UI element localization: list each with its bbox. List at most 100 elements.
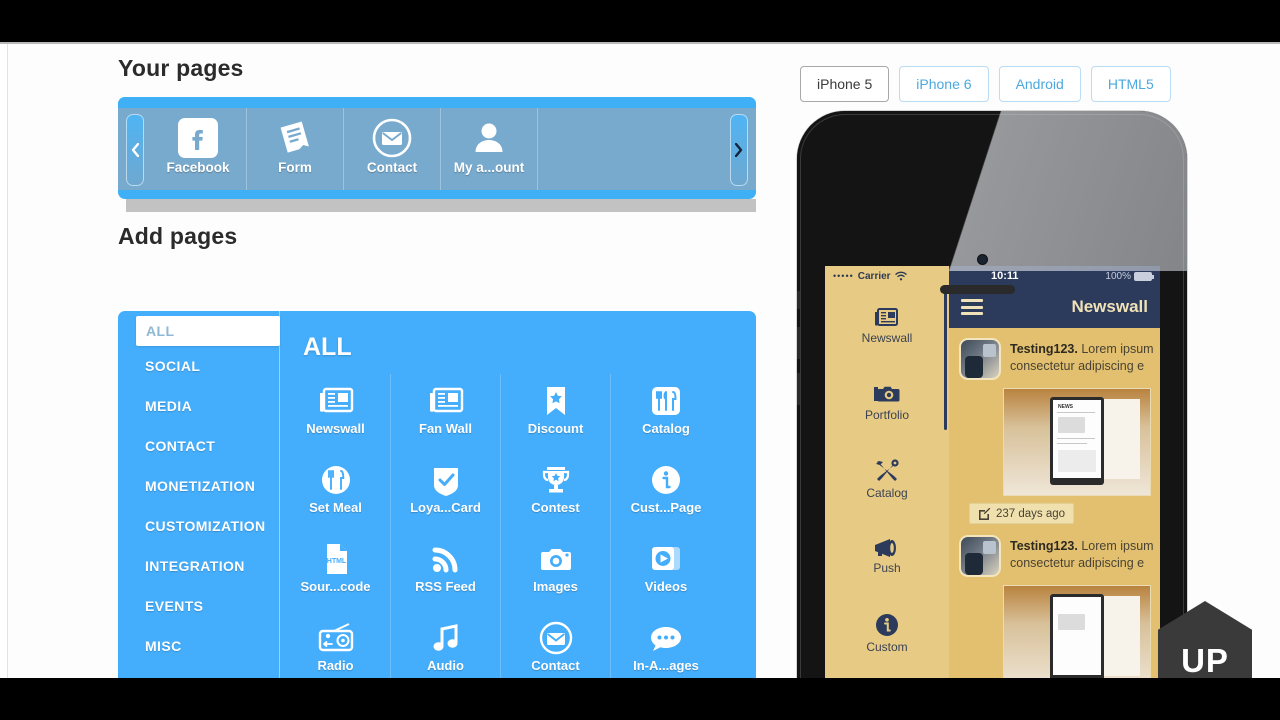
app-content: Newswall Testing123. Lorem ipsum consect… xyxy=(949,286,1160,678)
signal-dots-icon: ••••• xyxy=(833,271,854,281)
info-circle-icon xyxy=(646,457,686,503)
grid-item-radio[interactable]: Radio xyxy=(281,611,391,678)
page-tile-label: Facebook xyxy=(166,160,230,175)
magazine-page xyxy=(1104,399,1140,479)
category-sidebar: ALL SOCIAL MEDIA CONTACT MONETIZATION CU… xyxy=(118,311,280,678)
user-icon xyxy=(467,114,511,162)
grid-item-videos[interactable]: Videos xyxy=(611,532,721,611)
chevron-left-icon xyxy=(131,143,139,157)
post-item[interactable]: Testing123. Lorem ipsum consectetur adip… xyxy=(949,328,1160,525)
cutlery-circle-icon xyxy=(316,457,356,503)
carousel-next-button[interactable] xyxy=(730,114,748,186)
grid-item-label: Fan Wall xyxy=(419,421,472,436)
tab-html5[interactable]: HTML5 xyxy=(1090,66,1171,102)
tablet-screen xyxy=(1053,597,1101,675)
grid-item-label: RSS Feed xyxy=(415,579,476,594)
drawer-scrollbar[interactable] xyxy=(944,290,947,430)
page-tile-contact[interactable]: Contact xyxy=(344,108,441,190)
drawer-item-portfolio[interactable]: Portfolio xyxy=(825,363,949,440)
add-pages-panel: ALL SOCIAL MEDIA CONTACT MONETIZATION CU… xyxy=(118,311,756,678)
carousel-prev-button[interactable] xyxy=(126,114,144,186)
edit-icon xyxy=(979,507,991,520)
phone-screen: ••••• Carrier 10:11 100% Newswall Portfo… xyxy=(825,266,1160,678)
grid-item-discount[interactable]: Discount xyxy=(501,374,611,453)
drawer-item-custom[interactable]: Custom xyxy=(825,594,949,671)
grid-item-label: Loya...Card xyxy=(410,500,481,515)
add-pages-heading: Add pages xyxy=(118,223,238,249)
grid-item-label: Contest xyxy=(531,500,580,515)
phone-volume-down-button xyxy=(797,373,800,405)
grid-item-catalog[interactable]: Catalog xyxy=(611,374,721,453)
carousel-top-strip xyxy=(118,97,756,108)
page-content-area: Your pages Facebook Form Contact My a...… xyxy=(8,44,1280,678)
grid-item-label: Audio xyxy=(427,658,464,673)
tab-android[interactable]: Android xyxy=(998,66,1081,102)
envelope-circle-icon xyxy=(370,114,414,162)
tablet-device-graphic: NEWS xyxy=(1050,397,1104,485)
grid-item-source-code[interactable]: HTML Sour...code xyxy=(281,532,391,611)
grid-item-loyalty-card[interactable]: Loya...Card xyxy=(391,453,501,532)
hamburger-icon[interactable] xyxy=(961,299,983,315)
grid-item-custom-page[interactable]: Cust...Page xyxy=(611,453,721,532)
grid-item-label: Cust...Page xyxy=(630,500,702,515)
category-item-media[interactable]: MEDIA xyxy=(118,386,279,426)
grid-item-contest[interactable]: Contest xyxy=(501,453,611,532)
category-item-events[interactable]: EVENTS xyxy=(118,586,279,626)
grid-item-newswall[interactable]: Newswall xyxy=(281,374,391,453)
post-timestamp: 237 days ago xyxy=(969,503,1075,524)
category-item-all[interactable]: ALL xyxy=(136,316,280,346)
tablet-screen-title: NEWS xyxy=(1058,404,1073,410)
category-item-contact[interactable]: CONTACT xyxy=(118,426,279,466)
phone-silent-switch xyxy=(797,291,800,309)
grid-item-rss-feed[interactable]: RSS Feed xyxy=(391,532,501,611)
your-pages-heading: Your pages xyxy=(118,55,244,81)
drawer-item-label: Custom xyxy=(866,639,908,654)
page-tile-my-account[interactable]: My a...ount xyxy=(441,108,538,190)
grid-item-in-app-messages[interactable]: In-A...ages xyxy=(611,611,721,678)
grid-item-label: Catalog xyxy=(642,421,690,436)
category-item-misc[interactable]: MISC xyxy=(118,626,279,666)
grid-item-audio[interactable]: Audio xyxy=(391,611,501,678)
category-item-integration[interactable]: INTEGRATION xyxy=(118,546,279,586)
grid-item-images[interactable]: Images xyxy=(501,532,611,611)
category-item-monetization[interactable]: MONETIZATION xyxy=(118,466,279,506)
pages-grid: Newswall Fan Wall Discount Catalog Set M… xyxy=(281,374,756,678)
page-tile-label: My a...ount xyxy=(453,160,525,175)
chevron-right-icon xyxy=(735,143,743,157)
app-drawer-menu: Newswall Portfolio Catalog Push Custom xyxy=(825,286,949,678)
your-pages-carousel: Facebook Form Contact My a...ount xyxy=(118,97,756,199)
carousel-empty-space xyxy=(538,108,730,190)
page-tile-facebook[interactable]: Facebook xyxy=(150,108,247,190)
trophy-icon xyxy=(536,457,576,503)
letterbox-bottom xyxy=(0,678,1280,720)
drawer-item-push[interactable]: Push xyxy=(825,517,949,594)
category-item-social[interactable]: SOCIAL xyxy=(118,346,279,386)
post-item[interactable]: Testing123. Lorem ipsum consectetur adip… xyxy=(949,525,1160,678)
tab-iphone-6[interactable]: iPhone 6 xyxy=(899,66,989,102)
envelope-circle-icon xyxy=(536,615,576,661)
grid-item-label: Newswall xyxy=(306,421,365,436)
drawer-item-label: Catalog xyxy=(866,485,908,500)
category-item-customization[interactable]: CUSTOMIZATION xyxy=(118,506,279,546)
cutlery-square-icon xyxy=(646,378,686,424)
post-image xyxy=(1003,585,1151,678)
grid-item-set-meal[interactable]: Set Meal xyxy=(281,453,391,532)
grid-item-label: In-A...ages xyxy=(633,658,699,673)
drawer-item-newswall[interactable]: Newswall xyxy=(825,286,949,363)
grid-item-contact[interactable]: Contact xyxy=(501,611,611,678)
grid-item-fan-wall[interactable]: Fan Wall xyxy=(391,374,501,453)
post-row: Testing123. Lorem ipsum consectetur adip… xyxy=(959,338,1160,380)
facebook-icon xyxy=(176,114,220,162)
page-tile-form[interactable]: Form xyxy=(247,108,344,190)
grid-row: HTML Sour...code RSS Feed Images Videos xyxy=(281,532,756,611)
post-image: NEWS xyxy=(1003,388,1151,496)
battery-full-icon xyxy=(1134,271,1154,281)
app-title: Newswall xyxy=(1071,297,1148,316)
tab-iphone-5[interactable]: iPhone 5 xyxy=(800,66,890,102)
carousel-shadow-bar xyxy=(126,199,756,212)
watermark-label: UP xyxy=(1181,642,1229,679)
post-image-inner: NEWS xyxy=(1004,389,1150,495)
tablet-line xyxy=(1057,412,1095,413)
drawer-item-catalog[interactable]: Catalog xyxy=(825,440,949,517)
drawer-item-rss-feed[interactable]: RSS Feed xyxy=(825,671,949,678)
